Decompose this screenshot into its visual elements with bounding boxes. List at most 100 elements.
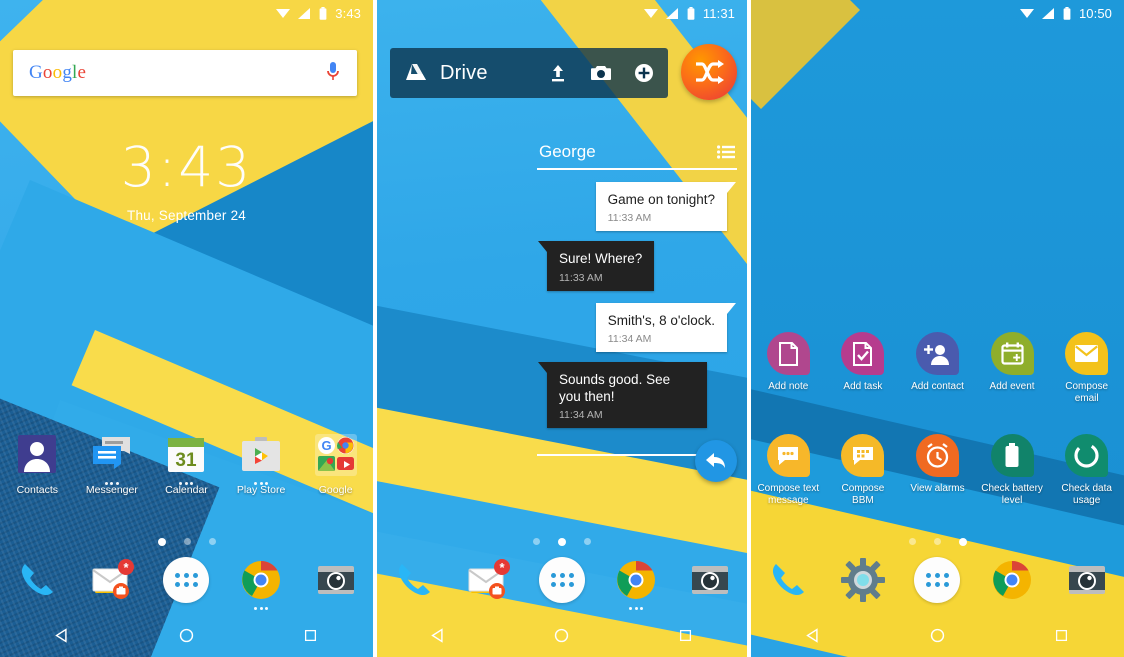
dock-camera[interactable] [673, 557, 747, 603]
camera-icon[interactable] [590, 64, 612, 82]
alarm-clock-icon[interactable] [915, 434, 959, 477]
message-bubble-outgoing[interactable]: Sure! Where? 11:33 AM [537, 241, 655, 291]
dock-phone[interactable] [377, 557, 451, 603]
shortcut-compose-email[interactable]: Compose email [1049, 332, 1124, 405]
home-circle-icon[interactable] [922, 620, 952, 650]
shortcut-check-data[interactable]: Check data usage [1049, 434, 1124, 507]
app-drawer-icon[interactable] [539, 557, 585, 603]
recents-square-icon[interactable] [296, 620, 326, 650]
shortcut-add-task[interactable]: Add task [826, 332, 901, 405]
bbm-chat-icon[interactable] [841, 434, 885, 477]
contacts-icon[interactable] [14, 432, 60, 478]
dock-app-drawer[interactable] [149, 557, 224, 603]
back-triangle-icon[interactable] [47, 620, 77, 650]
home-circle-icon[interactable] [171, 620, 201, 650]
dock-phone[interactable] [751, 557, 826, 603]
play-store-icon[interactable] [238, 432, 284, 485]
recents-square-icon[interactable] [1047, 620, 1077, 650]
message-row[interactable]: Sounds good. See you then! 11:34 AM [537, 361, 737, 429]
google-folder-icon[interactable]: G [313, 432, 359, 478]
home-circle-icon[interactable] [547, 620, 577, 650]
upload-icon[interactable] [548, 63, 568, 83]
data-usage-icon[interactable] [1065, 434, 1109, 477]
page-dot[interactable] [958, 538, 967, 546]
page-dot[interactable] [157, 538, 166, 546]
messaging-widget[interactable]: George Game on tonight? 11:33 AM Sure! W… [537, 142, 737, 483]
message-bubble-outgoing[interactable]: Sounds good. See you then! 11:34 AM [538, 361, 707, 429]
email-icon[interactable]: * [465, 557, 511, 603]
add-person-icon[interactable] [915, 332, 959, 375]
dock-chrome[interactable] [599, 557, 673, 610]
phone-icon[interactable] [14, 557, 60, 603]
app-calendar[interactable]: 31 Calendar [149, 432, 224, 496]
page-dot[interactable] [558, 538, 566, 546]
chat-dots-icon[interactable] [766, 434, 810, 477]
dock-camera[interactable] [1049, 557, 1124, 603]
email-icon[interactable]: * [89, 557, 135, 603]
message-row[interactable]: Sure! Where? 11:33 AM [537, 241, 737, 291]
dock-camera[interactable] [298, 557, 373, 603]
microphone-icon[interactable] [325, 61, 341, 85]
message-time: 11:33 AM [559, 271, 603, 284]
phone-icon[interactable] [765, 557, 811, 603]
shortcut-compose-text[interactable]: Compose text message [751, 434, 826, 507]
chrome-icon[interactable] [238, 557, 284, 610]
shortcut-compose-bbm[interactable]: Compose BBM [826, 434, 901, 507]
plus-circle-icon[interactable] [634, 63, 654, 83]
recents-square-icon[interactable] [670, 620, 700, 650]
dock-phone[interactable] [0, 557, 75, 603]
shortcut-check-battery[interactable]: Check battery level [975, 434, 1050, 507]
back-triangle-icon[interactable] [424, 620, 454, 650]
envelope-icon[interactable] [1065, 332, 1109, 375]
dock-chrome[interactable] [975, 557, 1050, 603]
note-icon[interactable] [766, 332, 810, 375]
google-search-widget[interactable]: Google [13, 50, 357, 96]
page-dot[interactable] [208, 538, 216, 545]
message-bubble-incoming[interactable]: Game on tonight? 11:33 AM [595, 182, 737, 232]
message-row[interactable]: Game on tonight? 11:33 AM [537, 182, 737, 232]
drive-widget[interactable]: Drive [390, 48, 668, 98]
messenger-icon[interactable] [89, 432, 135, 485]
shortcut-add-contact[interactable]: Add contact [900, 332, 975, 405]
shortcut-view-alarms[interactable]: View alarms [900, 434, 975, 507]
dock-email[interactable]: * [75, 557, 150, 603]
page-dot[interactable] [533, 538, 540, 545]
camera-icon[interactable] [687, 557, 733, 603]
page-dot[interactable] [584, 538, 591, 545]
app-google-folder[interactable]: G Google [298, 432, 373, 496]
app-contacts[interactable]: Contacts [0, 432, 75, 496]
camera-icon[interactable] [1064, 557, 1110, 603]
dock-email[interactable]: * [451, 557, 525, 603]
clock-widget[interactable]: 3:43 Thu, September 24 [0, 140, 373, 224]
page-dot[interactable] [908, 538, 916, 545]
back-triangle-icon[interactable] [798, 620, 828, 650]
settings-gear-icon[interactable] [840, 557, 886, 603]
page-dot[interactable] [933, 538, 941, 545]
message-row[interactable]: Smith's, 8 o'clock. 11:34 AM [537, 302, 737, 352]
page-dot[interactable] [183, 538, 191, 545]
calendar-icon[interactable]: 31 [163, 432, 209, 485]
shortcut-label: View alarms [910, 483, 965, 494]
app-play-store[interactable]: Play Store [224, 432, 299, 496]
battery-full-icon[interactable] [990, 434, 1034, 477]
message-bubble-incoming[interactable]: Smith's, 8 o'clock. 11:34 AM [595, 302, 737, 352]
message-input[interactable] [537, 454, 707, 457]
shortcut-add-note[interactable]: Add note [751, 332, 826, 405]
list-icon[interactable] [717, 145, 735, 159]
chrome-icon[interactable] [989, 557, 1035, 603]
camera-icon[interactable] [313, 557, 359, 603]
shuffle-widget[interactable] [681, 44, 737, 100]
app-drawer-icon[interactable] [163, 557, 210, 603]
shortcut-label: Check data usage [1061, 483, 1112, 506]
dock-app-drawer[interactable] [525, 557, 599, 603]
dock-chrome[interactable] [224, 557, 299, 610]
app-messenger[interactable]: Messenger [75, 432, 150, 496]
calendar-add-icon[interactable] [990, 332, 1034, 375]
chrome-icon[interactable] [613, 557, 659, 610]
app-drawer-icon[interactable] [914, 557, 961, 603]
phone-icon[interactable] [391, 557, 437, 603]
shortcut-add-event[interactable]: Add event [975, 332, 1050, 405]
dock-app-drawer[interactable] [900, 557, 975, 603]
dock-settings[interactable] [826, 557, 901, 603]
task-check-icon[interactable] [841, 332, 885, 375]
